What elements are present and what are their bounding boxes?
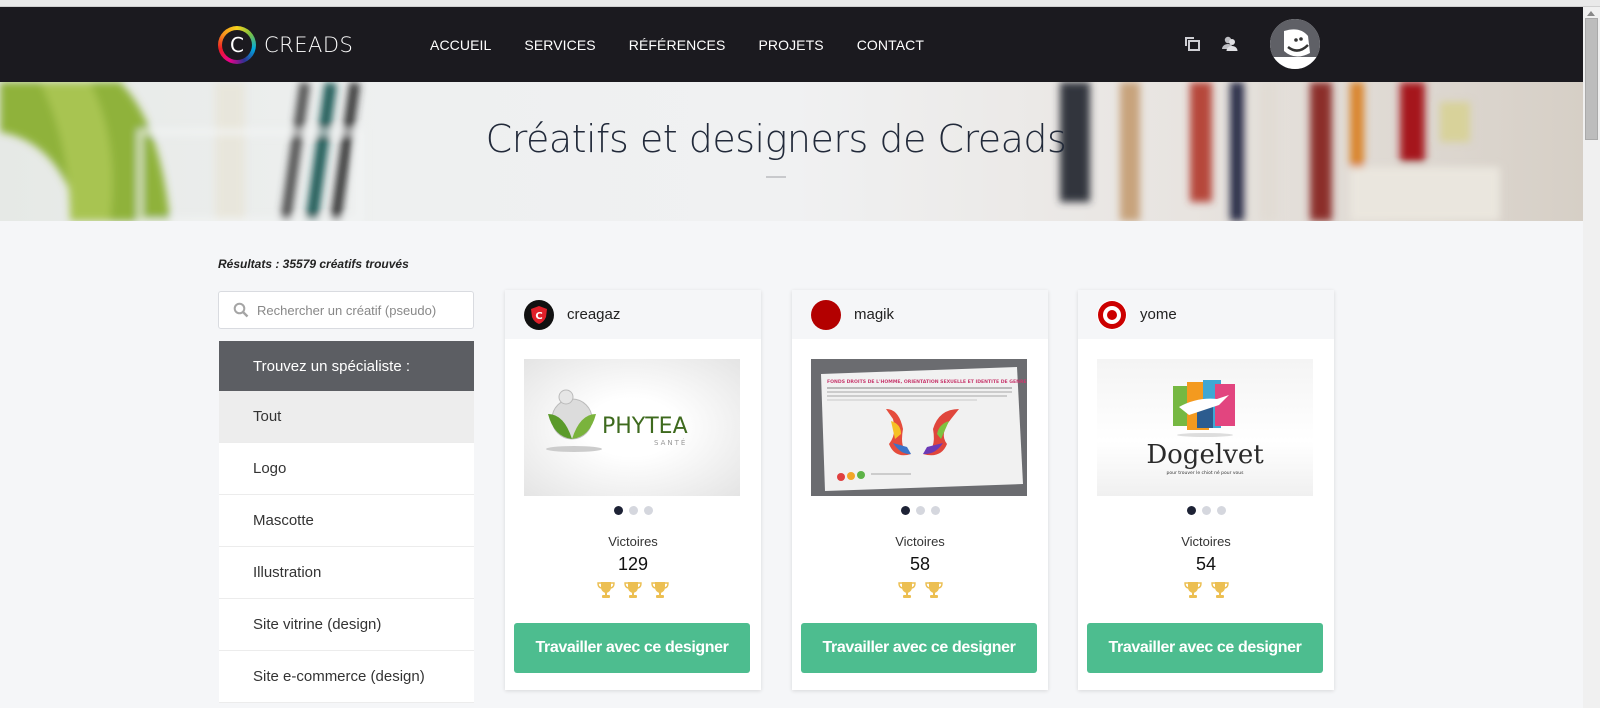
card-header: magik [792, 290, 1048, 339]
work-with-designer-button[interactable]: Travailler avec ce designer [801, 623, 1037, 673]
trophy-icon [924, 581, 943, 599]
victoires-count: 129 [617, 554, 649, 574]
trophies [505, 581, 761, 599]
victoires-label: Victoires [608, 534, 658, 549]
trophy-icon [624, 581, 642, 599]
scrollbar-thumb[interactable] [1585, 18, 1598, 140]
windows-icon[interactable] [1183, 35, 1201, 53]
hero-banner: Créatifs et designers de Creads [0, 82, 1583, 221]
portfolio-image[interactable]: FONDS DROITS DE L'HOMME, ORIENTATION SEX… [811, 359, 1027, 496]
search-input[interactable] [257, 302, 457, 318]
specialist-item-site-ecommerce[interactable]: Site e-commerce (design) [219, 651, 474, 703]
designer-name[interactable]: yome [1140, 306, 1177, 323]
designer-avatar[interactable]: C [524, 299, 554, 330]
card-header: C creagaz [505, 290, 761, 339]
carousel-dots [505, 506, 761, 515]
title-divider [766, 176, 786, 178]
specialist-item-site-vitrine[interactable]: Site vitrine (design) [219, 599, 474, 651]
results-count: Résultats : 35579 créatifs trouvés [218, 257, 409, 271]
designer-card: magik FONDS DROITS DE L'HOMME, ORIENTATI… [792, 290, 1048, 690]
specialist-item-tout[interactable]: Tout [219, 391, 474, 443]
carousel-dot[interactable] [613, 506, 623, 515]
carousel-dots [1078, 506, 1334, 515]
designer-card: yome Dogelvet pour trouver le chiot né p… [1078, 290, 1334, 690]
vertical-scrollbar[interactable] [1583, 7, 1600, 708]
image-text: Dogelvet [1146, 440, 1264, 470]
carousel-dots [792, 506, 1048, 515]
trophies [1078, 581, 1334, 599]
browser-top-strip [0, 0, 1600, 7]
work-with-designer-button[interactable]: Travailler avec ce designer [514, 623, 750, 673]
victoires-label: Victoires [895, 534, 945, 549]
trophy-icon [897, 581, 916, 599]
victoires-count: 54 [1195, 554, 1217, 574]
designer-name[interactable]: magik [854, 306, 894, 323]
creads-logo[interactable]: C CREADS [218, 25, 353, 65]
search-icon [233, 302, 249, 318]
carousel-dot[interactable] [900, 506, 910, 515]
carousel-dot[interactable] [628, 506, 638, 515]
specialist-item-logo[interactable]: Logo [219, 443, 474, 495]
designer-card: C creagaz PHYTEA SANTÉ Victoires 129 Tra… [505, 290, 761, 690]
carousel-dot[interactable] [1201, 506, 1211, 515]
scroll-up-arrow-icon[interactable] [1587, 11, 1595, 16]
carousel-dot[interactable] [1186, 506, 1196, 515]
card-header: yome [1078, 290, 1334, 339]
trophy-icon [1183, 581, 1202, 599]
main-nav: ACCUEIL SERVICES RÉFÉRENCES PROJETS CONT… [430, 7, 957, 82]
image-subtext: SANTÉ [654, 438, 687, 447]
designer-avatar[interactable] [811, 299, 841, 330]
carousel-dot[interactable] [930, 506, 940, 515]
portfolio-image[interactable]: Dogelvet pour trouver le chiot né pour v… [1097, 359, 1313, 496]
page: C CREADS ACCUEIL SERVICES RÉFÉRENCES PRO… [0, 7, 1583, 708]
logo-ring-icon: C [218, 26, 256, 64]
navbar: C CREADS ACCUEIL SERVICES RÉFÉRENCES PRO… [0, 7, 1583, 82]
nav-link-accueil[interactable]: ACCUEIL [430, 37, 491, 53]
search-box [218, 291, 474, 329]
nav-link-projets[interactable]: PROJETS [758, 37, 823, 53]
designer-avatar[interactable] [1097, 299, 1127, 330]
trophy-icon [651, 581, 669, 599]
logo-text: CREADS [264, 33, 354, 57]
trophies [792, 581, 1048, 599]
users-icon[interactable] [1221, 35, 1239, 53]
carousel-dot[interactable] [915, 506, 925, 515]
carousel-dot[interactable] [1216, 506, 1226, 515]
svg-text:C: C [535, 311, 542, 322]
designer-name[interactable]: creagaz [567, 306, 620, 323]
portfolio-image[interactable]: PHYTEA SANTÉ [524, 359, 740, 496]
carousel-dot[interactable] [643, 506, 653, 515]
specialist-item-illustration[interactable]: Illustration [219, 547, 474, 599]
work-with-designer-button[interactable]: Travailler avec ce designer [1087, 623, 1323, 673]
page-title: Créatifs et designers de Creads [485, 117, 1067, 161]
image-subtext: pour trouver le chiot né pour vous [1167, 469, 1245, 476]
nav-link-services[interactable]: SERVICES [524, 37, 595, 53]
specialist-list: Tout Logo Mascotte Illustration Site vit… [219, 391, 474, 703]
trophy-icon [1210, 581, 1229, 599]
specialist-header: Trouvez un spécialiste : [219, 341, 474, 391]
user-avatar[interactable] [1270, 19, 1320, 69]
logo-monogram: C [222, 30, 252, 60]
victoires-label: Victoires [1181, 534, 1231, 549]
specialist-item-mascotte[interactable]: Mascotte [219, 495, 474, 547]
nav-link-references[interactable]: RÉFÉRENCES [629, 37, 726, 53]
nav-link-contact[interactable]: CONTACT [857, 37, 924, 53]
victoires-count: 58 [909, 554, 931, 574]
trophy-icon [597, 581, 615, 599]
image-text: FONDS DROITS DE L'HOMME, ORIENTATION SEX… [827, 379, 1027, 385]
image-text: PHYTEA [602, 414, 688, 439]
